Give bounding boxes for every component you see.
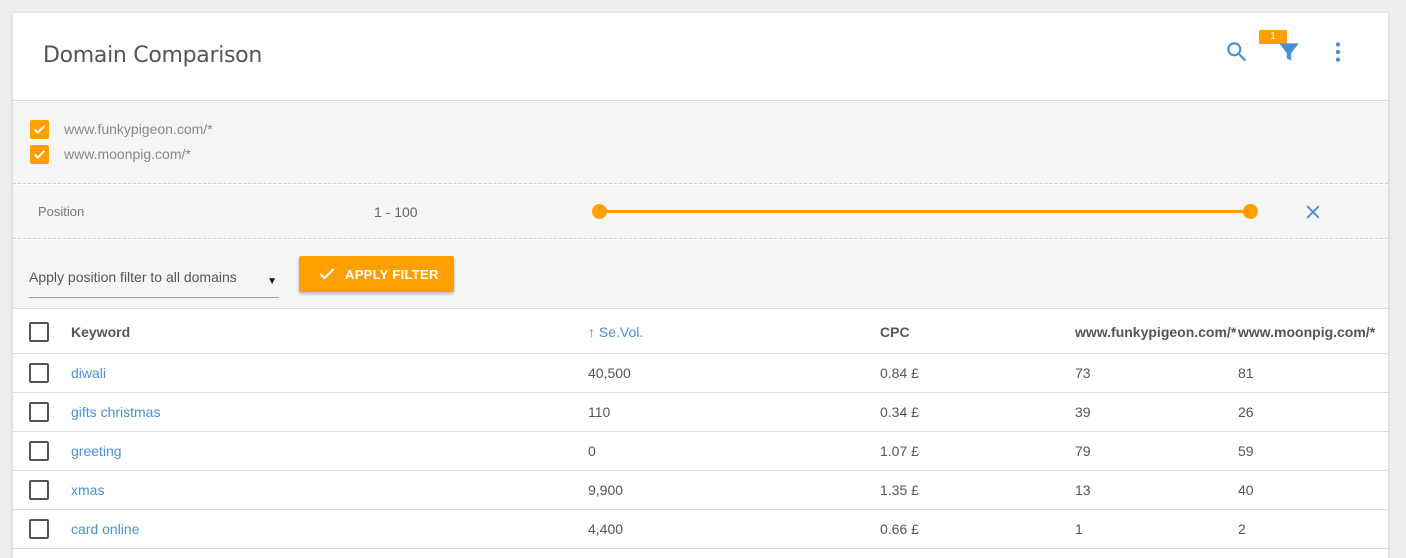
volume-cell: 40,500 [588, 365, 631, 381]
domain-item: www.moonpig.com/* [30, 144, 191, 164]
position-slider-min-handle[interactable] [592, 204, 607, 219]
keyword-link[interactable]: card online [71, 521, 140, 537]
domain2-position-cell: 59 [1238, 443, 1254, 459]
header-cpc[interactable]: CPC [880, 324, 910, 340]
domain2-position-cell: 81 [1238, 365, 1254, 381]
row-checkbox[interactable] [29, 480, 49, 500]
keyword-link[interactable]: diwali [71, 365, 106, 381]
card-header: Domain Comparison 1 [13, 13, 1388, 101]
keyword-link[interactable]: greeting [71, 443, 122, 459]
header-volume-label: Se.Vol. [598, 324, 644, 340]
cpc-cell: 0.66 £ [880, 521, 919, 537]
header-domain2[interactable]: www.moonpig.com/* [1238, 324, 1375, 340]
header-domain1[interactable]: www.funkypigeon.com/* [1075, 324, 1236, 340]
row-checkbox[interactable] [29, 519, 49, 539]
keyword-link[interactable]: xmas [71, 482, 104, 498]
position-range-text: 1 - 100 [374, 204, 418, 220]
row-checkbox[interactable] [29, 402, 49, 422]
sort-arrow-icon: ↑ [588, 324, 595, 340]
table-row: greeting 0 1.07 £ 79 59 [13, 432, 1388, 471]
domain2-position-cell: 26 [1238, 404, 1254, 420]
volume-cell: 9,900 [588, 482, 624, 498]
domain-checkbox[interactable] [30, 144, 49, 164]
apply-filter-button[interactable]: APPLY FILTER [299, 256, 454, 292]
domain1-position-cell: 1 [1075, 521, 1083, 537]
keyword-link[interactable]: gifts christmas [71, 404, 160, 420]
domain-list: www.funkypigeon.com/* www.moonpig.com/* [13, 102, 1388, 184]
domain-item: www.funkypigeon.com/* [30, 119, 213, 139]
domain-label: www.funkypigeon.com/* [64, 121, 213, 137]
volume-cell: 0 [588, 443, 596, 459]
table-row: card online 4,400 0.66 £ 1 2 [13, 510, 1388, 549]
select-value: Apply position filter to all domains [29, 269, 237, 285]
search-icon[interactable] [1224, 39, 1250, 65]
domain-checkbox[interactable] [30, 119, 49, 139]
cpc-cell: 1.07 £ [880, 443, 919, 459]
close-icon[interactable] [1303, 202, 1323, 222]
row-checkbox[interactable] [29, 363, 49, 383]
volume-cell: 110 [588, 404, 611, 420]
check-icon [33, 149, 46, 159]
row-checkbox[interactable] [29, 441, 49, 461]
volume-cell: 4,400 [588, 521, 624, 537]
position-filter: Position 1 - 100 [13, 185, 1388, 239]
page-title: Domain Comparison [43, 43, 262, 68]
apply-filter-row: Apply position filter to all domains ▼ A… [13, 240, 1388, 309]
domain1-position-cell: 13 [1075, 482, 1091, 498]
domain-label: www.moonpig.com/* [64, 146, 191, 162]
position-filter-scope-select[interactable]: Apply position filter to all domains ▼ [29, 262, 279, 298]
cpc-cell: 0.84 £ [880, 365, 919, 381]
table-header-row: Keyword ↑ Se.Vol. CPC www.funkypigeon.co… [13, 310, 1388, 354]
more-vert-icon[interactable] [1325, 39, 1351, 65]
cpc-cell: 0.34 £ [880, 404, 919, 420]
domain1-position-cell: 79 [1075, 443, 1091, 459]
table-row: diwali 40,500 0.84 £ 73 81 [13, 354, 1388, 393]
domain2-position-cell: 40 [1238, 482, 1254, 498]
position-slider-max-handle[interactable] [1243, 204, 1258, 219]
domain-comparison-card: Domain Comparison 1 www.funkypigeon.com/… [13, 13, 1388, 558]
select-all-checkbox[interactable] [29, 322, 49, 342]
domain1-position-cell: 39 [1075, 404, 1091, 420]
cpc-cell: 1.35 £ [880, 482, 919, 498]
dropdown-arrow-icon: ▼ [267, 276, 277, 287]
apply-filter-label: APPLY FILTER [345, 266, 439, 282]
position-slider-track[interactable] [600, 210, 1250, 213]
check-icon [319, 268, 335, 280]
check-icon [33, 124, 46, 134]
table-row: xmas 9,900 1.35 £ 13 40 [13, 471, 1388, 510]
header-volume[interactable]: ↑ Se.Vol. [588, 324, 643, 340]
keyword-table: Keyword ↑ Se.Vol. CPC www.funkypigeon.co… [13, 310, 1388, 549]
header-keyword[interactable]: Keyword [71, 324, 130, 340]
domain2-position-cell: 2 [1238, 521, 1246, 537]
domain1-position-cell: 73 [1075, 365, 1091, 381]
filter-icon[interactable] [1276, 39, 1302, 65]
table-row: gifts christmas 110 0.34 £ 39 26 [13, 393, 1388, 432]
position-label: Position [38, 204, 85, 219]
